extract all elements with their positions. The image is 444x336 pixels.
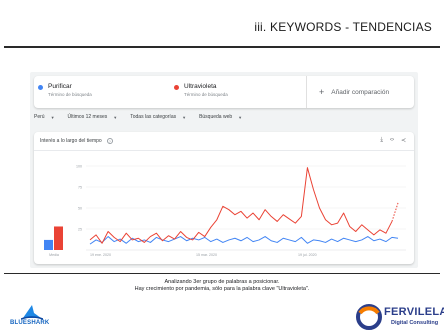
caret-down-icon: ▼ xyxy=(238,114,243,120)
filter-category[interactable]: Todas las categorías ▼ xyxy=(130,114,186,120)
plus-icon: + xyxy=(319,87,325,97)
y-tick-label: 75 xyxy=(78,186,82,190)
add-comparison-button[interactable]: + Añadir comparación xyxy=(306,76,414,108)
series-line xyxy=(89,236,399,245)
filter-label: Búsqueda web xyxy=(199,114,233,120)
term-color-dot xyxy=(174,85,179,90)
fervilela-tagline: Digital Consulting xyxy=(391,320,439,326)
slide-caption: Analizando 3er grupo de palabras a posic… xyxy=(0,279,444,293)
filter-time-range[interactable]: Últimos 12 meses ▼ xyxy=(68,114,118,120)
title-divider xyxy=(4,46,440,48)
blueshark-logo: BLUESHARK xyxy=(10,304,58,330)
term-subtitle: Término de búsqueda xyxy=(48,92,92,97)
embed-icon[interactable]: ‹› xyxy=(390,137,394,144)
term-name: Purificar xyxy=(48,83,72,90)
term-color-dot xyxy=(38,85,43,90)
term-ultravioleta[interactable]: Ultravioleta Término de búsqueda xyxy=(170,76,306,108)
chart-header: Interés a lo largo del tiempo ? xyxy=(40,138,113,144)
x-tick-label: 15 mar. 2020 xyxy=(196,253,217,257)
blueshark-wordmark: BLUESHARK xyxy=(10,320,50,326)
trend-chart: 100 75 50 25 Media 19 ene. 2020 15 mar. 2020 19… xyxy=(44,165,406,257)
filter-label: Todas las categorías xyxy=(130,114,177,120)
caption-line-2: Hay crecimiento por pandemia, sólo para … xyxy=(134,286,310,292)
x-tick-label: 19 jul. 2020 xyxy=(298,253,317,257)
y-tick-label: 50 xyxy=(78,207,82,211)
add-comparison-label: Añadir comparación xyxy=(331,88,390,96)
y-tick-label: 100 xyxy=(76,165,82,169)
compare-terms-card: Purificar Término de búsqueda Ultraviole… xyxy=(34,76,414,108)
y-tick-label: 25 xyxy=(78,228,82,232)
filter-region[interactable]: Perú ▼ xyxy=(34,114,55,120)
caret-down-icon: ▼ xyxy=(113,114,118,120)
filter-search-type[interactable]: Búsqueda web ▼ xyxy=(199,114,242,120)
average-label: Media xyxy=(49,253,59,257)
fervilela-logo: FERVILELA Digital Consulting xyxy=(356,303,444,333)
slide-title: iii. KEYWORDS - TENDENCIAS xyxy=(254,20,432,34)
chart-title: Interés a lo largo del tiempo xyxy=(40,138,102,144)
help-icon[interactable]: ? xyxy=(106,138,113,144)
term-name: Ultravioleta xyxy=(184,83,217,90)
download-icon[interactable]: ⤓ xyxy=(380,137,383,144)
caption-divider xyxy=(4,273,440,274)
caret-down-icon: ▼ xyxy=(182,114,187,120)
filter-label: Últimos 12 meses xyxy=(67,114,108,120)
average-bar xyxy=(44,239,53,250)
series-line xyxy=(89,167,393,244)
share-icon[interactable]: ≺ xyxy=(401,137,406,144)
trends-screenshot-frame: Purificar Término de búsqueda Ultraviole… xyxy=(30,72,418,268)
term-purificar[interactable]: Purificar Término de búsqueda xyxy=(34,76,170,108)
interest-over-time-card: Interés a lo largo del tiempo ? ⤓ ‹› ≺ 1… xyxy=(34,132,414,264)
filter-bar: Perú ▼ Últimos 12 meses ▼ Todas las cate… xyxy=(34,114,242,120)
shark-fin-icon xyxy=(21,305,43,320)
chart-tools: ⤓ ‹› ≺ xyxy=(380,137,406,144)
term-subtitle: Término de búsqueda xyxy=(184,92,228,97)
x-tick-label: 19 ene. 2020 xyxy=(90,253,111,257)
average-bar xyxy=(54,226,63,250)
series-partial-segment xyxy=(391,202,399,222)
caption-line-1: Analizando 3er grupo de palabras a posic… xyxy=(164,279,280,285)
caret-down-icon: ▼ xyxy=(50,114,55,120)
filter-label: Perú xyxy=(34,114,45,120)
fervilela-wordmark: FERVILELA xyxy=(384,306,444,318)
fervilela-mark-icon xyxy=(356,304,382,330)
